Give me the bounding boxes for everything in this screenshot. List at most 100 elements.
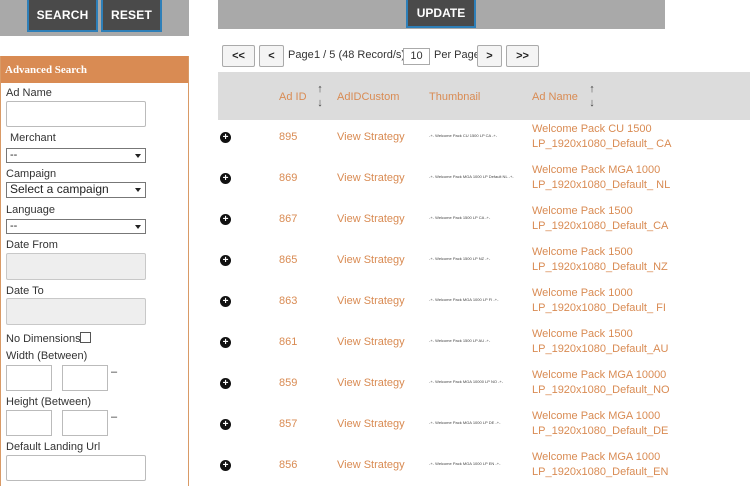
expand-icon[interactable]: + [220, 419, 231, 430]
row-ad-id: 865 [279, 254, 298, 266]
next-page-button[interactable]: > [477, 45, 502, 67]
height-label: Height (Between) [6, 396, 91, 408]
view-strategy-link[interactable]: View Strategy [337, 172, 405, 184]
landing-url-input[interactable] [6, 455, 146, 481]
row-ad-id: 869 [279, 172, 298, 184]
table-row: + 863 View Strategy -+- Welcome Pack MGA… [218, 284, 750, 325]
landing-url-label: Default Landing Url [6, 441, 101, 453]
table-row: + 859 View Strategy -+- Welcome Pack MGA… [218, 366, 750, 407]
table-row: + 895 View Strategy -+- Welcome Pack CU … [218, 120, 750, 161]
expand-icon[interactable]: + [220, 337, 231, 348]
advanced-search-title: Advanced Search [1, 56, 188, 83]
height-max-input[interactable] [62, 410, 108, 436]
date-to-label: Date To [6, 285, 44, 297]
expand-icon[interactable]: + [220, 173, 231, 184]
row-thumbnail[interactable]: -+- Welcome Pack MGA 10000 LP NO -+- [429, 379, 503, 384]
header-custom: AdIDCustom [337, 91, 400, 103]
height-min-input[interactable] [6, 410, 52, 436]
expand-icon[interactable]: + [220, 378, 231, 389]
campaign-select-value: Select a campaign [10, 182, 109, 196]
expand-icon[interactable]: + [220, 460, 231, 471]
row-thumbnail[interactable]: -+- Welcome Pack MGA 1000 LP FI -+- [429, 297, 498, 302]
page-label: Page [288, 49, 314, 61]
ad-name-label: Ad Name [6, 87, 52, 99]
view-strategy-link[interactable]: View Strategy [337, 377, 405, 389]
sort-down-icon[interactable]: ↓ [587, 98, 597, 109]
row-ad-id: 859 [279, 377, 298, 389]
row-ad-id: 857 [279, 418, 298, 430]
sort-down-icon[interactable]: ↓ [315, 98, 325, 109]
table-row: + 856 View Strategy -+- Welcome Pack MGA… [218, 448, 750, 486]
prev-page-button[interactable]: < [259, 45, 284, 67]
ad-name-input[interactable] [6, 101, 146, 127]
row-ad-id: 856 [279, 459, 298, 471]
language-label: Language [6, 204, 55, 216]
width-min-input[interactable] [6, 365, 52, 391]
merchant-select[interactable]: -- [6, 148, 146, 163]
header-thumbnail: Thumbnail [429, 91, 481, 103]
chevron-down-icon [135, 154, 141, 158]
row-ad-name[interactable]: Welcome Pack 1500 LP_1920x1080_Default_C… [532, 204, 744, 234]
row-ad-name[interactable]: Welcome Pack 1500 LP_1920x1080_Default_A… [532, 327, 744, 357]
expand-icon[interactable]: + [220, 132, 231, 143]
row-ad-name[interactable]: Welcome Pack 1000 LP_1920x1080_Default_ … [532, 286, 744, 316]
header-ad-name[interactable]: Ad Name [532, 91, 578, 103]
search-button[interactable]: SEARCH [27, 0, 98, 32]
page-info: 1 / 5 (48 Record/s) [314, 49, 406, 61]
width-range-separator: – [111, 366, 118, 378]
first-page-button[interactable]: << [222, 45, 255, 67]
row-ad-name[interactable]: Welcome Pack MGA 10000 LP_1920x1080_Defa… [532, 368, 744, 398]
no-dimensions-checkbox[interactable] [80, 332, 91, 343]
view-strategy-link[interactable]: View Strategy [337, 418, 405, 430]
row-ad-name[interactable]: Welcome Pack MGA 1000 LP_1920x1080_Defau… [532, 163, 744, 193]
row-thumbnail[interactable]: -+- Welcome Pack MGA 1000 LP DE -+- [429, 420, 500, 425]
row-thumbnail[interactable]: -+- Welcome Pack 1500 LP AU -+- [429, 338, 490, 343]
view-strategy-link[interactable]: View Strategy [337, 336, 405, 348]
table-row: + 861 View Strategy -+- Welcome Pack 150… [218, 325, 750, 366]
row-thumbnail[interactable]: -+- Welcome Pack CU 1500 LP CA -+- [429, 133, 497, 138]
view-strategy-link[interactable]: View Strategy [337, 459, 405, 471]
chevron-down-icon [135, 225, 141, 229]
view-strategy-link[interactable]: View Strategy [337, 131, 405, 143]
row-thumbnail[interactable]: -+- Welcome Pack MGA 1000 LP Default NL … [429, 174, 514, 179]
row-ad-id: 863 [279, 295, 298, 307]
row-ad-name[interactable]: Welcome Pack MGA 1000 LP_1920x1080_Defau… [532, 409, 744, 439]
table-row: + 865 View Strategy -+- Welcome Pack 150… [218, 243, 750, 284]
row-ad-name[interactable]: Welcome Pack 1500 LP_1920x1080_Default_N… [532, 245, 744, 275]
row-ad-id: 867 [279, 213, 298, 225]
date-from-label: Date From [6, 239, 58, 251]
date-to-input[interactable] [6, 298, 146, 325]
chevron-down-icon [135, 188, 141, 192]
table-row: + 869 View Strategy -+- Welcome Pack MGA… [218, 161, 750, 202]
expand-icon[interactable]: + [220, 214, 231, 225]
expand-icon[interactable]: + [220, 296, 231, 307]
row-ad-name[interactable]: Welcome Pack CU 1500 LP_1920x1080_Defaul… [532, 122, 744, 152]
date-from-input[interactable] [6, 253, 146, 280]
table-row: + 867 View Strategy -+- Welcome Pack 150… [218, 202, 750, 243]
per-page-label: Per Page [434, 49, 480, 61]
last-page-button[interactable]: >> [506, 45, 539, 67]
expand-icon[interactable]: + [220, 255, 231, 266]
campaign-select[interactable]: Select a campaign [6, 182, 146, 198]
row-ad-id: 861 [279, 336, 298, 348]
language-select-value: -- [10, 220, 18, 232]
per-page-input[interactable]: 10 [403, 48, 430, 65]
table-row: + 857 View Strategy -+- Welcome Pack MGA… [218, 407, 750, 448]
reset-button[interactable]: RESET [101, 0, 162, 32]
height-range-separator: – [111, 411, 118, 423]
row-thumbnail[interactable]: -+- Welcome Pack 1500 LP CA -+- [429, 215, 490, 220]
sort-up-icon[interactable]: ↑ [587, 84, 597, 95]
language-select[interactable]: -- [6, 219, 146, 234]
header-ad-id[interactable]: Ad ID [279, 91, 307, 103]
merchant-select-value: -- [10, 149, 18, 161]
no-dimensions-label: No Dimensions [6, 333, 81, 345]
row-thumbnail[interactable]: -+- Welcome Pack 1500 LP NZ -+- [429, 256, 490, 261]
view-strategy-link[interactable]: View Strategy [337, 295, 405, 307]
view-strategy-link[interactable]: View Strategy [337, 213, 405, 225]
view-strategy-link[interactable]: View Strategy [337, 254, 405, 266]
sort-up-icon[interactable]: ↑ [315, 84, 325, 95]
row-thumbnail[interactable]: -+- Welcome Pack MGA 1000 LP EN -+- [429, 461, 500, 466]
width-max-input[interactable] [62, 365, 108, 391]
row-ad-name[interactable]: Welcome Pack MGA 1000 LP_1920x1080_Defau… [532, 450, 744, 480]
update-button[interactable]: UPDATE [406, 0, 476, 28]
